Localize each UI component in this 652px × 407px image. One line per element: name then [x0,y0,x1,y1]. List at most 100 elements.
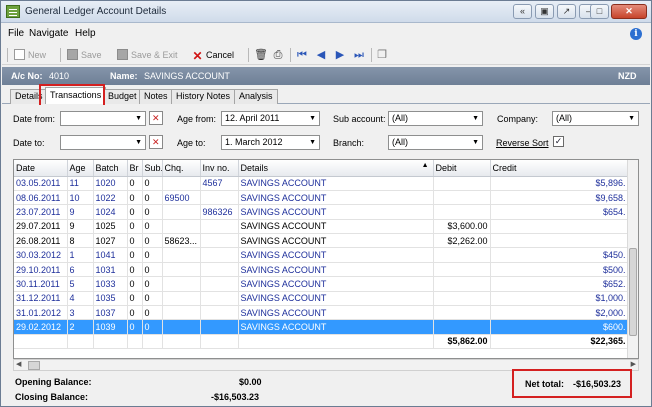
table-row[interactable]: 08.06.2011 10 1022 0 0 69500 SAVINGS ACCOUNT $9… [14,190,629,206]
cell-batch: 1031 [93,262,128,278]
sub-account-select[interactable]: (All) ▼ [388,111,483,126]
reverse-sort-checkbox[interactable]: ✓ [553,136,564,147]
cell-batch: 1027 [93,233,128,249]
cell-chq [162,276,201,292]
cell-date: 29.10.2011 [14,262,68,278]
vertical-scroll-thumb[interactable] [629,248,637,336]
table-row[interactable]: 26.08.2011 8 1027 0 0 58623... SAVINGS ACCOUNT… [14,233,629,249]
sub-account-value: (All) [392,113,408,123]
cell-inv-no: 4567 [200,176,239,191]
cell-debit [433,190,491,206]
column-header-details[interactable]: Details ▲ [238,160,434,177]
save-exit-button[interactable]: Save & Exit [117,48,178,62]
table-row[interactable]: 29.02.2012 2 1039 0 0 SAVINGS ACCOUNT $600. [14,319,629,335]
print-icon[interactable]: ⎙ [272,48,284,62]
cell-br: 0 [127,190,143,206]
column-header-debit[interactable]: Debit [433,160,491,177]
tab-budget[interactable]: Budget [103,89,142,104]
cell-inv-no [200,262,239,278]
net-total-highlight: Net total: -$16,503.23 [512,369,632,398]
table-row[interactable]: 31.01.2012 3 1037 0 0 SAVINGS ACCOUNT $2,000. [14,305,629,321]
previous-record-icon[interactable]: ◀ [315,48,327,62]
column-header-credit[interactable]: Credit [490,160,629,177]
cell-credit: $9,658. [490,190,629,206]
cell-chq [162,219,201,235]
cell-debit [433,276,491,292]
tab-history-notes[interactable]: History Notes [171,89,236,104]
menu-help[interactable]: Help [75,28,96,39]
last-record-icon[interactable]: ⏭ [353,48,365,62]
date-to-label: Date to: [13,138,45,148]
cell-br: 0 [127,276,143,292]
cell-inv-no: 986326 [200,204,239,220]
close-button[interactable]: ✕ [611,4,647,19]
age-to-select[interactable]: 1. March 2012 ▼ [221,135,320,150]
table-row[interactable]: 29.07.2011 9 1025 0 0 SAVINGS ACCOUNT $3,600.0… [14,219,629,235]
delete-icon[interactable]: 🗑 [254,48,268,62]
transactions-table: Date Age Batch Br Sub. Chq. Inv no. Deta… [14,160,629,350]
dock-button[interactable]: « [513,4,532,19]
column-header-age[interactable]: Age [67,160,94,177]
cell-date: 26.08.2011 [14,233,68,249]
cell-credit: $2,000. [490,305,629,321]
toolbar-separator [60,48,61,62]
company-select[interactable]: (All) ▼ [552,111,639,126]
table-row[interactable]: 23.07.2011 9 1024 0 0 986326 SAVINGS ACCOUNT $6… [14,204,629,220]
tab-notes[interactable]: Notes [139,89,173,104]
cancel-button[interactable]: ✕ Cancel [192,48,234,62]
date-to-field[interactable]: ▼ [60,135,146,150]
table-row[interactable]: 30.11.2011 5 1033 0 0 SAVINGS ACCOUNT $652. [14,276,629,292]
table-row[interactable]: 30.03.2012 1 1041 0 0 SAVINGS ACCOUNT $450. [14,247,629,263]
menu-file[interactable]: File [8,28,24,39]
scroll-left-icon[interactable]: ◀ [16,360,21,370]
cell-age: 9 [67,204,94,220]
chevron-down-icon: ▼ [135,115,142,122]
toolbar: New Save Save & Exit ✕ Cancel 🗑 ⎙ ⏮ ◀ ▶ ⏭… [2,45,650,65]
cell-debit [433,319,491,335]
branch-value: (All) [392,137,408,147]
date-from-field[interactable]: ▼ [60,111,146,126]
next-record-icon[interactable]: ▶ [334,48,346,62]
branch-select[interactable]: (All) ▼ [388,135,483,150]
chevron-down-icon: ▼ [309,139,316,146]
column-header-br[interactable]: Br [127,160,143,177]
restore-layout-button[interactable]: ▣ [535,4,554,19]
cell-debit [433,262,491,278]
maximize-button[interactable]: □ [590,4,609,19]
new-button[interactable]: New [14,48,46,62]
cell-br: 0 [127,204,143,220]
cell-date: 03.05.2011 [14,176,68,191]
cell-br: 0 [127,233,143,249]
menu-navigate[interactable]: Navigate [29,28,68,39]
column-header-inv-no[interactable]: Inv no. [200,160,239,177]
info-icon[interactable]: i [630,28,642,40]
reverse-sort-label[interactable]: Reverse Sort [496,138,549,148]
clear-date-from-icon[interactable] [149,111,163,125]
cell-batch: 1022 [93,190,128,206]
cell-age: 6 [67,262,94,278]
clear-date-to-icon[interactable] [149,135,163,149]
first-record-icon[interactable]: ⏮ [296,48,308,62]
save-label: Save [81,50,102,60]
cell-age: 11 [67,176,94,191]
window-list-icon[interactable]: ❐ [376,48,388,62]
table-row[interactable]: 03.05.2011 11 1020 0 0 4567 SAVINGS ACCOUNT $5,… [14,176,629,191]
cell-details: SAVINGS ACCOUNT [238,276,434,292]
cell-details: SAVINGS ACCOUNT [238,204,434,220]
table-row[interactable]: 31.12.2011 4 1035 0 0 SAVINGS ACCOUNT $1,000. [14,291,629,307]
column-header-chq[interactable]: Chq. [162,160,201,177]
horizontal-scroll-thumb[interactable] [28,361,40,370]
column-header-date[interactable]: Date [14,160,68,177]
age-from-select[interactable]: 12. April 2011 ▼ [221,111,320,126]
save-button[interactable]: Save [67,48,102,62]
column-header-sub[interactable]: Sub. [142,160,163,177]
grid-body: 03.05.2011 11 1020 0 0 4567 SAVINGS ACCOUNT $5,… [14,176,629,350]
vertical-scrollbar[interactable] [627,160,638,358]
chevron-down-icon: ▼ [472,139,479,146]
cell-details: SAVINGS ACCOUNT [238,247,434,263]
column-header-batch[interactable]: Batch [93,160,128,177]
tab-analysis[interactable]: Analysis [234,89,278,104]
popout-button[interactable]: ↗ [557,4,576,19]
cell-sub: 0 [142,247,163,263]
table-row[interactable]: 29.10.2011 6 1031 0 0 SAVINGS ACCOUNT $500. [14,262,629,278]
